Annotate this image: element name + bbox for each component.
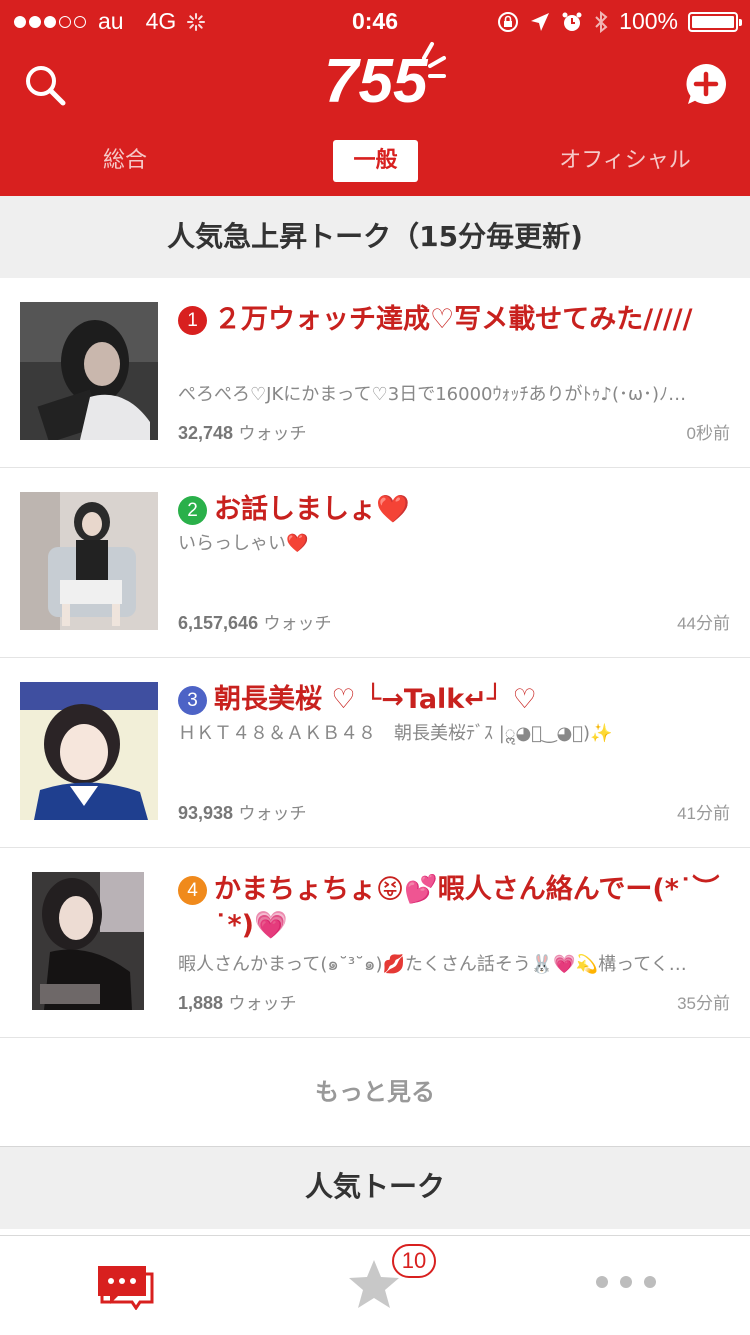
rank-badge: 1	[178, 306, 207, 335]
talk-title: かまちょちょ😝💕暇人さん絡んでー(*˙︶˙*)💗	[214, 874, 720, 941]
alarm-clock-icon	[562, 12, 582, 31]
tab-ippan[interactable]: 一般	[333, 140, 418, 182]
rank-badge: 3	[178, 686, 207, 715]
talk-title: 朝長美桜 ♡ └→Talk↵┘ ♡	[214, 684, 537, 715]
talk-list-item[interactable]: 3 朝長美桜 ♡ └→Talk↵┘ ♡ ＨＫＴ４８＆ＡＫＢ４８ 朝長美桜ﾃﾞｽ …	[0, 658, 750, 848]
popular-section-title: 人気トーク	[0, 1146, 750, 1229]
watch-number: 6,157,646	[178, 613, 259, 633]
talk-list-item[interactable]: 4 かまちょちょ😝💕暇人さん絡んでー(*˙︶˙*)💗 暇人さんかまって(๑˘³˘…	[0, 848, 750, 1038]
rising-section-title: 人気急上昇トーク（15分毎更新)	[0, 196, 750, 278]
updated-time: 44分前	[677, 614, 730, 633]
talk-tab-icon[interactable]	[96, 1264, 154, 1310]
watch-number: 1,888	[178, 993, 224, 1013]
talk-title: お話しましょ❤️	[214, 494, 410, 525]
status-bar: au 4G 0:46 100%	[0, 0, 750, 40]
talk-thumbnail	[20, 302, 158, 440]
logo-text: 755	[324, 47, 429, 112]
new-talk-button[interactable]	[684, 62, 728, 106]
watch-number: 32,748	[178, 423, 234, 443]
talk-description: ぺろぺろ♡JKにかまって♡3日で16000ｳｫｯﾁありがﾄｩ♪(･ω･)ﾉ…	[178, 384, 687, 405]
location-arrow-icon	[531, 12, 550, 31]
talk-title: ２万ウォッチ達成♡写メ載せてみた/////	[214, 304, 693, 335]
notification-badge: 10	[392, 1244, 436, 1278]
updated-time: 41分前	[677, 804, 730, 823]
talk-thumbnail	[20, 872, 158, 1010]
app-logo: 755	[324, 42, 446, 112]
talk-description: いらっしゃい❤️	[178, 533, 309, 554]
status-right: 100%	[497, 8, 742, 35]
talk-description: ＨＫＴ４８＆ＡＫＢ４８ 朝長美桜ﾃﾞｽ |ॢ◕ि‿◕ि)✨	[178, 723, 613, 744]
orientation-lock-icon	[498, 11, 519, 32]
app-header: au 4G 0:46 100% 755 総合 一般 オフィシャル	[0, 0, 750, 196]
talk-thumbnail	[20, 492, 158, 630]
talk-list-item[interactable]: 2 お話しましょ❤️ いらっしゃい❤️ 6,157,646 ウォッチ 44分前	[0, 468, 750, 658]
watch-label: ウォッチ	[238, 424, 307, 444]
watch-count: 1,888 ウォッチ	[178, 989, 296, 1014]
watch-count: 32,748 ウォッチ	[178, 419, 306, 444]
more-menu-icon[interactable]	[596, 1276, 656, 1288]
watch-count: 6,157,646 ウォッチ	[178, 609, 331, 634]
watch-number: 93,938	[178, 803, 234, 823]
tab-official[interactable]: オフィシャル	[545, 140, 705, 182]
search-icon[interactable]	[22, 62, 68, 108]
watch-label: ウォッチ	[263, 614, 332, 634]
battery-icon	[688, 11, 742, 32]
updated-time: 35分前	[677, 994, 730, 1013]
watch-label: ウォッチ	[228, 994, 297, 1014]
battery-percentage: 100%	[619, 8, 678, 34]
tab-sogo[interactable]: 総合	[80, 140, 170, 182]
talk-description: 暇人さんかまって(๑˘³˘๑)💋たくさん話そう🐰💗💫構ってく…	[178, 954, 687, 975]
talk-list: 1 ２万ウォッチ達成♡写メ載せてみた///// ぺろぺろ♡JKにかまって♡3日で…	[0, 278, 750, 1038]
see-more-button[interactable]: もっと見る	[0, 1038, 750, 1146]
rank-badge: 2	[178, 496, 207, 525]
watch-count: 93,938 ウォッチ	[178, 799, 306, 824]
watch-label: ウォッチ	[238, 804, 307, 824]
bluetooth-icon	[595, 10, 608, 33]
updated-time: 0秒前	[686, 424, 730, 443]
category-tabs: 総合 一般 オフィシャル	[0, 140, 750, 186]
talk-list-item[interactable]: 1 ２万ウォッチ達成♡写メ載せてみた///// ぺろぺろ♡JKにかまって♡3日で…	[0, 278, 750, 468]
rank-badge: 4	[178, 876, 207, 905]
bottom-tab-bar: 10	[0, 1235, 750, 1335]
talk-thumbnail	[20, 682, 158, 820]
